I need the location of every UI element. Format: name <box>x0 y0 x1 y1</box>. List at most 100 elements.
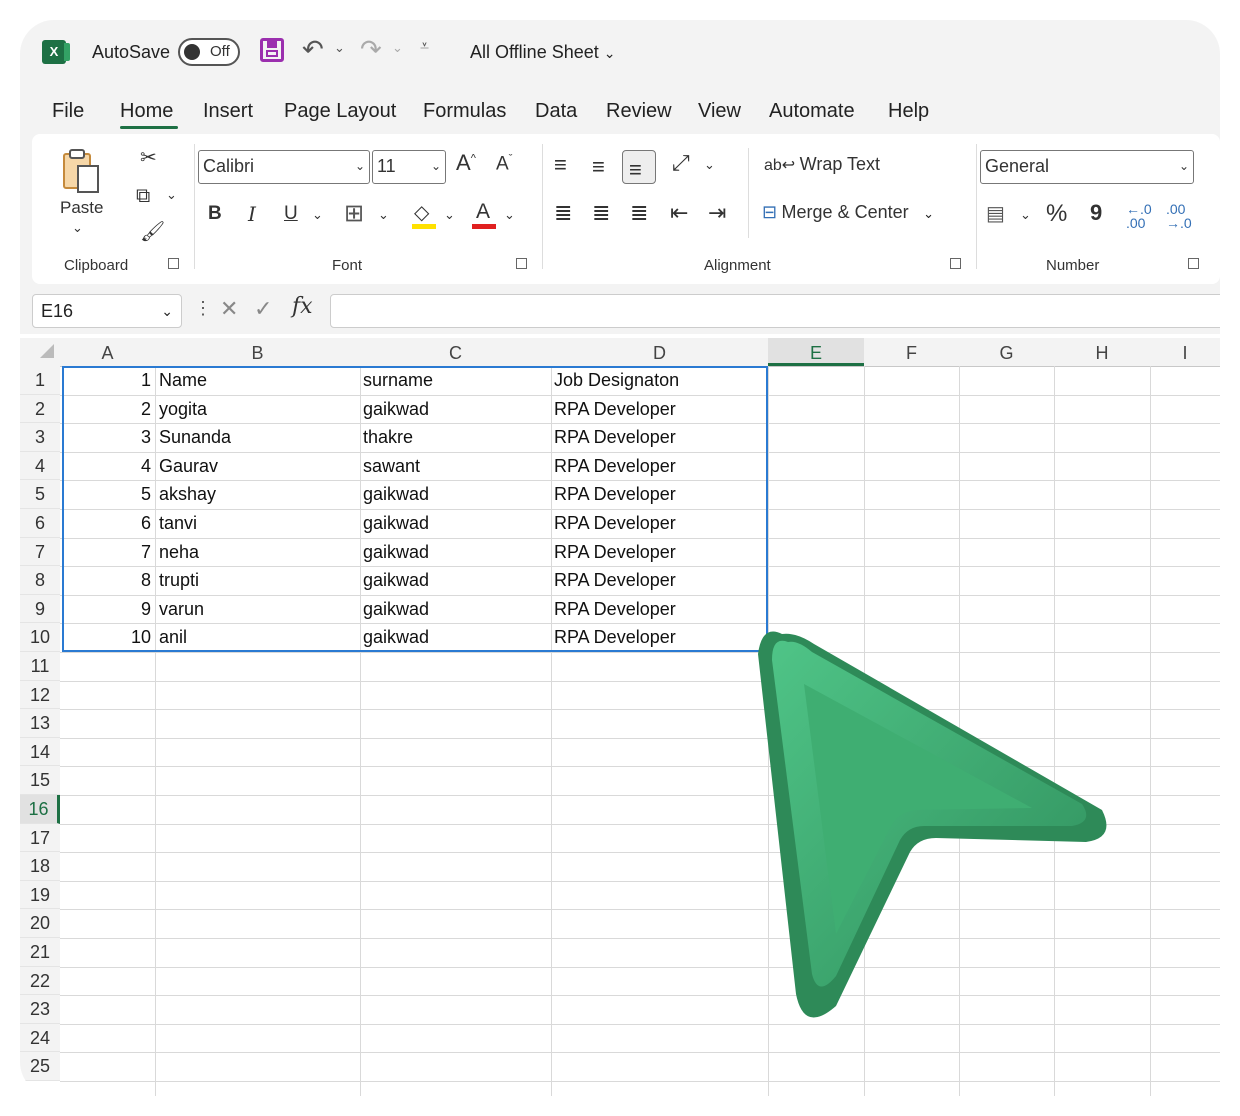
cell-a7[interactable]: 7 <box>60 538 151 566</box>
decrease-indent-icon[interactable]: ⇤ <box>670 202 688 224</box>
tab-data[interactable]: Data <box>535 100 577 123</box>
align-center-icon[interactable]: ≣ <box>592 202 610 224</box>
undo-icon[interactable]: ↶ <box>302 34 324 65</box>
tab-automate[interactable]: Automate <box>769 100 855 123</box>
cell-c4[interactable]: sawant <box>363 452 547 480</box>
row-header-2[interactable]: 2 <box>20 394 60 424</box>
cell-b9[interactable]: varun <box>159 595 355 623</box>
increase-font-icon[interactable]: A^ <box>456 152 476 174</box>
cell-c5[interactable]: gaikwad <box>363 480 547 508</box>
borders-icon[interactable]: ⊞ <box>344 202 364 226</box>
accounting-format-icon[interactable]: ▤ <box>986 204 1005 224</box>
cell-a8[interactable]: 8 <box>60 566 151 594</box>
cell-a3[interactable]: 3 <box>60 423 151 451</box>
percent-button[interactable]: % <box>1046 202 1067 226</box>
cell-d3[interactable]: RPA Developer <box>554 423 764 451</box>
cell-b8[interactable]: trupti <box>159 566 355 594</box>
customize-toolbar-icon[interactable]: ⩡ <box>420 38 429 56</box>
alignment-launcher-icon[interactable] <box>950 258 961 269</box>
column-header-b[interactable]: B <box>155 338 360 366</box>
formula-input[interactable] <box>330 294 1220 328</box>
row-header-15[interactable]: 15 <box>20 766 60 795</box>
column-header-h[interactable]: H <box>1054 338 1150 366</box>
row-header-13[interactable]: 13 <box>20 709 60 738</box>
column-header-f[interactable]: F <box>864 338 959 366</box>
paste-dropdown-icon[interactable]: ⌄ <box>72 220 83 236</box>
cell-b1[interactable]: Name <box>159 366 355 394</box>
cell-c1[interactable]: surname <box>363 366 547 394</box>
cell-a10[interactable]: 10 <box>60 623 151 651</box>
row-header-16[interactable]: 16 <box>20 795 60 824</box>
row-header-5[interactable]: 5 <box>20 480 60 509</box>
redo-icon[interactable]: ↷ <box>360 34 382 65</box>
row-header-21[interactable]: 21 <box>20 938 60 967</box>
column-header-d[interactable]: D <box>551 338 768 366</box>
row-header-1[interactable]: 1 <box>20 366 60 395</box>
cell-c2[interactable]: gaikwad <box>363 395 547 423</box>
fill-color-icon[interactable]: ◇ <box>412 200 436 229</box>
number-format-select[interactable]: General ⌄ <box>980 150 1194 184</box>
underline-dropdown-icon[interactable]: ⌄ <box>312 208 323 221</box>
cell-b5[interactable]: akshay <box>159 480 355 508</box>
increase-indent-icon[interactable]: ⇥ <box>708 202 726 224</box>
cell-a4[interactable]: 4 <box>60 452 151 480</box>
cell-d2[interactable]: RPA Developer <box>554 395 764 423</box>
orientation-dropdown-icon[interactable]: ⌄ <box>704 158 715 171</box>
align-left-icon[interactable]: ≣ <box>554 202 572 224</box>
cell-c10[interactable]: gaikwad <box>363 623 547 651</box>
cell-a2[interactable]: 2 <box>60 395 151 423</box>
comma-style-button[interactable]: 9 <box>1090 202 1102 224</box>
name-box[interactable]: E16 ⌄ <box>32 294 182 328</box>
cell-d4[interactable]: RPA Developer <box>554 452 764 480</box>
row-header-22[interactable]: 22 <box>20 966 60 996</box>
fill-dropdown-icon[interactable]: ⌄ <box>444 208 455 221</box>
enter-icon[interactable]: ✓ <box>254 296 272 322</box>
row-header-24[interactable]: 24 <box>20 1023 60 1053</box>
tab-help[interactable]: Help <box>888 100 929 123</box>
row-header-18[interactable]: 18 <box>20 852 60 881</box>
tab-view[interactable]: View <box>698 100 741 123</box>
tab-page-layout[interactable]: Page Layout <box>284 100 396 123</box>
tab-file[interactable]: File <box>52 100 84 123</box>
cell-a5[interactable]: 5 <box>60 480 151 508</box>
cell-a1[interactable]: 1 <box>60 366 151 394</box>
tab-home[interactable]: Home <box>120 100 173 123</box>
autosave-toggle[interactable]: Off <box>178 38 240 66</box>
bold-button[interactable]: B <box>208 204 222 223</box>
merge-center-button[interactable]: ⊟ Merge & Center ⌄ <box>762 202 934 223</box>
column-header-i[interactable]: I <box>1150 338 1220 366</box>
redo-dropdown-icon[interactable]: ⌄ <box>392 40 403 56</box>
align-middle-icon[interactable]: ≡ <box>592 156 605 178</box>
cell-b6[interactable]: tanvi <box>159 509 355 537</box>
select-all-corner[interactable] <box>40 344 54 358</box>
cut-icon[interactable]: ✂ <box>140 148 157 168</box>
align-right-icon[interactable]: ≣ <box>630 202 648 224</box>
tab-insert[interactable]: Insert <box>203 100 253 123</box>
align-top-icon[interactable]: ≡ <box>554 154 567 176</box>
font-name-select[interactable]: Calibri ⌄ <box>198 150 370 184</box>
insert-function-button[interactable]: fx <box>292 294 313 319</box>
row-header-9[interactable]: 9 <box>20 594 60 624</box>
font-size-select[interactable]: 11 ⌄ <box>372 150 446 184</box>
cell-d5[interactable]: RPA Developer <box>554 480 764 508</box>
undo-dropdown-icon[interactable]: ⌄ <box>334 40 345 56</box>
row-header-25[interactable]: 25 <box>20 1052 60 1081</box>
cancel-icon[interactable]: ✕ <box>220 296 238 322</box>
font-color-dropdown-icon[interactable]: ⌄ <box>504 208 515 221</box>
more-options-icon[interactable]: ⋮ <box>194 298 212 319</box>
cell-b2[interactable]: yogita <box>159 395 355 423</box>
row-header-19[interactable]: 19 <box>20 880 60 910</box>
row-header-8[interactable]: 8 <box>20 566 60 595</box>
cell-a9[interactable]: 9 <box>60 595 151 623</box>
align-bottom-button[interactable]: ≡ <box>622 150 656 184</box>
cell-b10[interactable]: anil <box>159 623 355 651</box>
number-launcher-icon[interactable] <box>1188 258 1199 269</box>
cell-d1[interactable]: Job Designaton <box>554 366 764 394</box>
row-header-3[interactable]: 3 <box>20 423 60 452</box>
column-header-e[interactable]: E <box>768 338 864 366</box>
format-painter-icon[interactable]: 🖌 <box>140 222 165 242</box>
row-header-12[interactable]: 12 <box>20 680 60 710</box>
italic-button[interactable]: I <box>248 204 256 224</box>
column-header-c[interactable]: C <box>360 338 551 366</box>
save-icon[interactable] <box>260 38 284 62</box>
